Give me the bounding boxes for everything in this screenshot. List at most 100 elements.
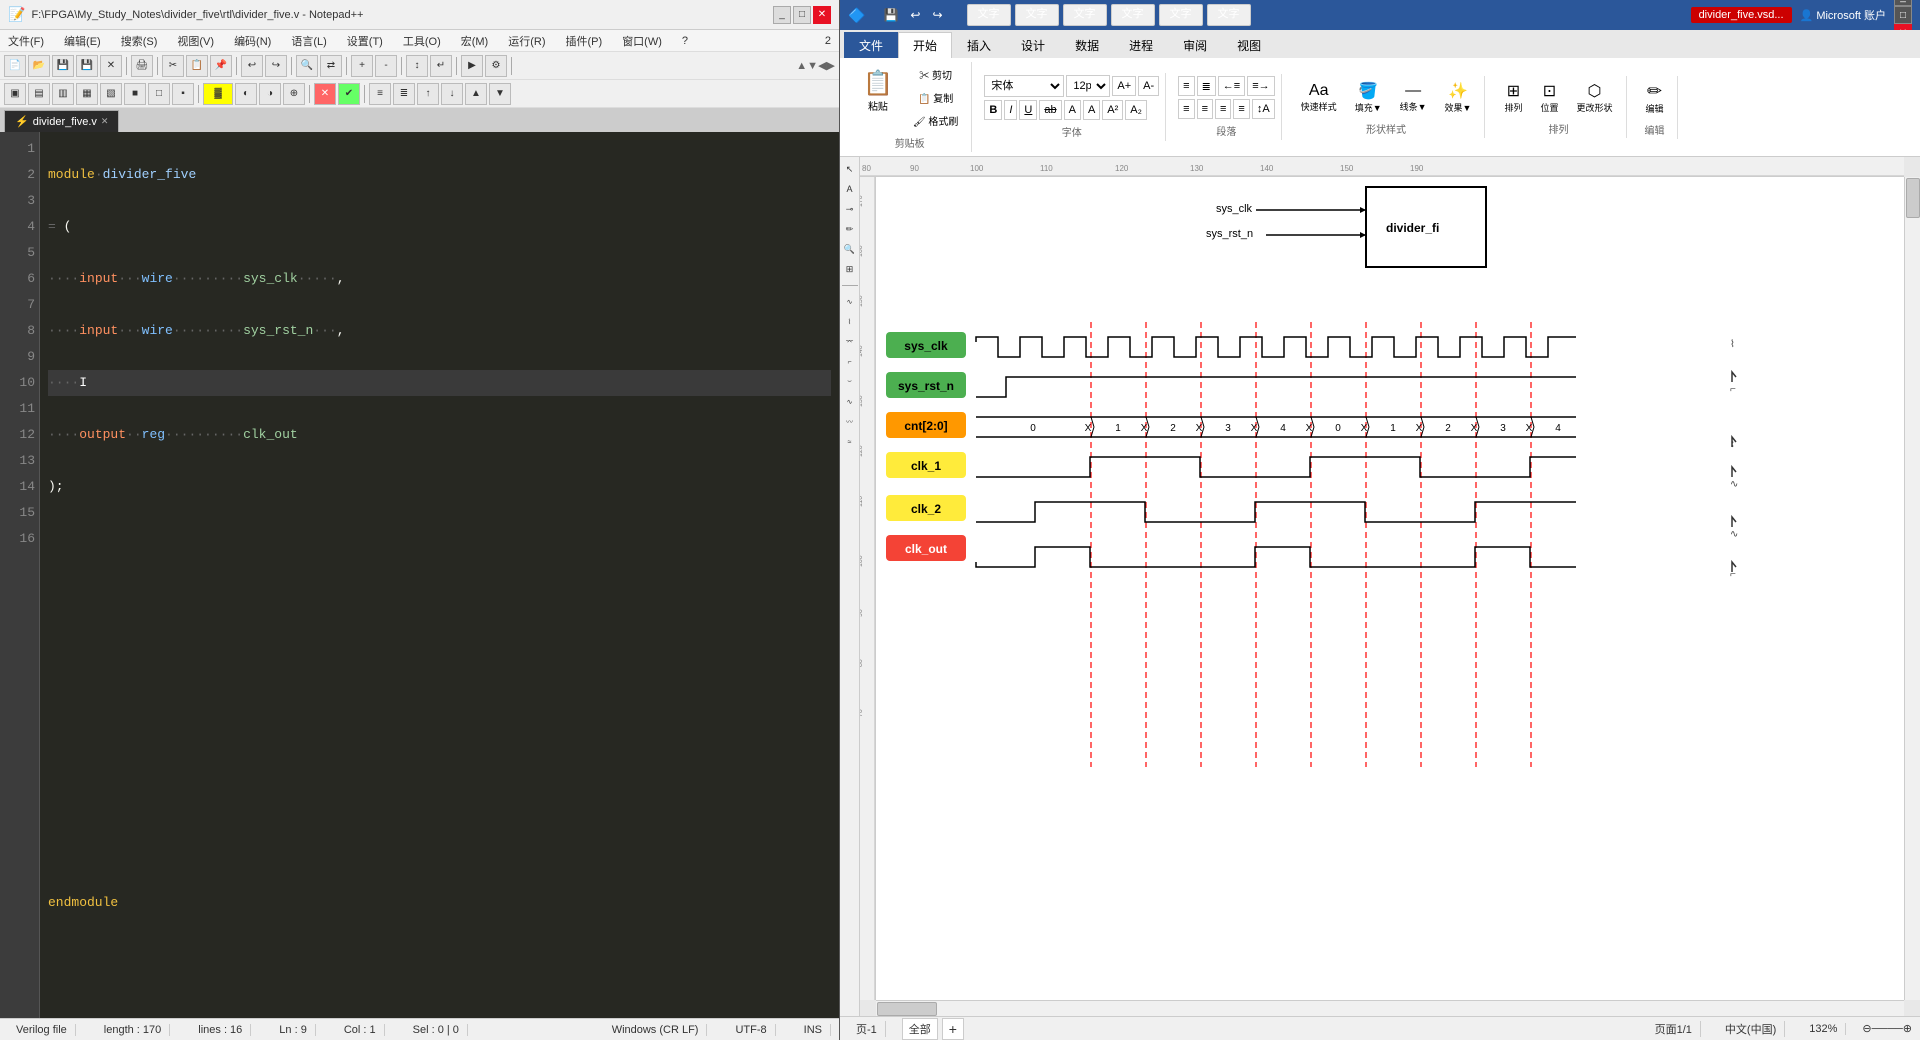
font-highlight-btn[interactable]: A: [1083, 100, 1100, 120]
tb2-more1[interactable]: ≡: [369, 83, 391, 105]
vtab-review[interactable]: 审阅: [1168, 32, 1222, 58]
effect-btn[interactable]: ✨ 效果▼: [1438, 78, 1479, 117]
minimize-button[interactable]: _: [773, 6, 791, 24]
visio-undo-btn[interactable]: ↩: [906, 6, 924, 24]
visio-active-doc-tab[interactable]: divider_five.vsd...: [1691, 7, 1792, 23]
vt-btn-wave4[interactable]: ⌐: [842, 354, 858, 370]
code-editor[interactable]: 1 2 3 4 5 6 7 8 9 10 11 12 13 14 15 16 m…: [0, 132, 839, 1018]
visio-horizontal-scrollbar[interactable]: [876, 1000, 1904, 1016]
vtab-file[interactable]: 文件: [844, 32, 898, 58]
redo-button[interactable]: ↪: [265, 55, 287, 77]
bold-button[interactable]: B: [984, 100, 1002, 120]
tb2-btn7[interactable]: □: [148, 83, 170, 105]
increase-font-btn[interactable]: A+: [1112, 76, 1136, 96]
subscript-btn[interactable]: A₂: [1125, 100, 1147, 120]
menu-help[interactable]: ?: [678, 33, 692, 49]
find-button[interactable]: 🔍: [296, 55, 318, 77]
open-button[interactable]: 📂: [28, 55, 50, 77]
tb2-more4[interactable]: ↓: [441, 83, 463, 105]
menu-file[interactable]: 文件(F): [4, 31, 48, 51]
close-button[interactable]: ✕: [813, 6, 831, 24]
cut-button[interactable]: ✂: [162, 55, 184, 77]
edit-btn[interactable]: ✏ 编辑: [1639, 78, 1671, 118]
vtab-view[interactable]: 视图: [1222, 32, 1276, 58]
align-right-btn[interactable]: ≡: [1215, 99, 1231, 119]
align-justify-btn[interactable]: ≡: [1233, 99, 1249, 119]
code-text-area[interactable]: module·divider_five = ( ····input···wire…: [40, 132, 839, 1018]
vtab-insert[interactable]: 插入: [952, 32, 1006, 58]
zoom-out-button[interactable]: -: [375, 55, 397, 77]
tb2-btn5[interactable]: ▧: [100, 83, 122, 105]
tb2-more6[interactable]: ▼: [489, 83, 511, 105]
font-name-select[interactable]: 宋体: [984, 75, 1064, 97]
connect-tool[interactable]: ⊸: [842, 201, 858, 217]
italic-button[interactable]: I: [1004, 100, 1017, 120]
tb2-btn3[interactable]: ▥: [52, 83, 74, 105]
undo-button[interactable]: ↩: [241, 55, 263, 77]
bullets-btn[interactable]: ≡: [1178, 76, 1194, 96]
doc-tab-5[interactable]: 文字: [1159, 4, 1203, 26]
tb2-btn6[interactable]: ■: [124, 83, 146, 105]
close-file-button[interactable]: ✕: [100, 55, 122, 77]
replace-button[interactable]: ⇄: [320, 55, 342, 77]
visio-vertical-scrollbar[interactable]: [1904, 177, 1920, 1000]
doc-tab-2[interactable]: 文字: [1015, 4, 1059, 26]
new-button[interactable]: 📄: [4, 55, 26, 77]
change-shape-btn[interactable]: ⬡ 更改形状: [1569, 78, 1619, 117]
vt-btn-wave2[interactable]: ⌇: [842, 314, 858, 330]
restore-button[interactable]: □: [793, 6, 811, 24]
doc-tab-6[interactable]: 文字: [1207, 4, 1251, 26]
fill-btn[interactable]: 🪣 填充▼: [1348, 78, 1389, 117]
paste-button[interactable]: 📋 粘贴: [854, 64, 902, 131]
line-btn[interactable]: — 线条▼: [1393, 79, 1434, 116]
menu-search[interactable]: 搜索(S): [117, 31, 162, 51]
save-button[interactable]: 💾: [52, 55, 74, 77]
tb2-btn9[interactable]: ◐: [235, 83, 257, 105]
run-button[interactable]: ▶: [461, 55, 483, 77]
print-button[interactable]: 🖨: [131, 55, 153, 77]
tb2-btn8[interactable]: ▪: [172, 83, 194, 105]
visio-redo-btn[interactable]: ↪: [928, 6, 946, 24]
zoom-tool[interactable]: 🔍: [842, 241, 858, 257]
menu-encoding[interactable]: 编码(N): [230, 31, 275, 51]
menu-number[interactable]: 2: [821, 33, 835, 49]
zoom-in-button[interactable]: +: [351, 55, 373, 77]
increase-indent-btn[interactable]: ≡→: [1247, 76, 1274, 96]
numbering-btn[interactable]: ≣: [1197, 76, 1216, 96]
align-center-btn[interactable]: ≡: [1197, 99, 1213, 119]
vt-btn-wave1[interactable]: ∿: [842, 294, 858, 310]
decrease-indent-btn[interactable]: ←≡: [1218, 76, 1245, 96]
underline-button[interactable]: U: [1019, 100, 1037, 120]
doc-tab-1[interactable]: 文字: [967, 4, 1011, 26]
save-all-button[interactable]: 💾: [76, 55, 98, 77]
tb2-btn1[interactable]: ▣: [4, 83, 26, 105]
menu-edit[interactable]: 编辑(E): [60, 31, 105, 51]
align-left-btn[interactable]: ≡: [1178, 99, 1194, 119]
vt-btn-wave7[interactable]: 〰: [842, 414, 858, 430]
vtab-process[interactable]: 进程: [1114, 32, 1168, 58]
pointer-tool[interactable]: ↖: [842, 161, 858, 177]
macro-button[interactable]: ⚙: [485, 55, 507, 77]
visio-fit-btn[interactable]: 全部: [902, 1018, 938, 1040]
menu-settings[interactable]: 设置(T): [343, 31, 387, 51]
v-scrollbar-thumb[interactable]: [1906, 178, 1920, 218]
pencil-tool[interactable]: ✏: [842, 221, 858, 237]
sync-scroll-button[interactable]: ↕: [406, 55, 428, 77]
paste-button[interactable]: 📌: [210, 55, 232, 77]
position-btn[interactable]: ⊡ 位置: [1533, 78, 1565, 117]
tb2-highlight[interactable]: ▓: [203, 83, 233, 105]
tb2-more3[interactable]: ↑: [417, 83, 439, 105]
tb2-more5[interactable]: ▲: [465, 83, 487, 105]
visio-canvas-area[interactable]: ↖ A ⊸ ✏ 🔍 ⊞ ∿ ⌇ ⌤ ⌐ ⌣ ∿ 〰 ≈ 80 90 100: [840, 157, 1920, 1016]
tb2-btn11[interactable]: ⊕: [283, 83, 305, 105]
text-tool[interactable]: A: [842, 181, 858, 197]
tab-divider-five[interactable]: ⚡ divider_five.v ✕: [4, 110, 119, 132]
menu-plugins[interactable]: 插件(P): [562, 31, 607, 51]
menu-run[interactable]: 运行(R): [504, 31, 549, 51]
h-scrollbar-thumb[interactable]: [877, 1002, 937, 1016]
visio-save-btn[interactable]: 💾: [879, 6, 902, 24]
tab-close-icon[interactable]: ✕: [101, 116, 109, 127]
menu-macro[interactable]: 宏(M): [457, 31, 493, 51]
copy-button[interactable]: 📋 复制: [906, 87, 965, 108]
vtab-data[interactable]: 数据: [1060, 32, 1114, 58]
